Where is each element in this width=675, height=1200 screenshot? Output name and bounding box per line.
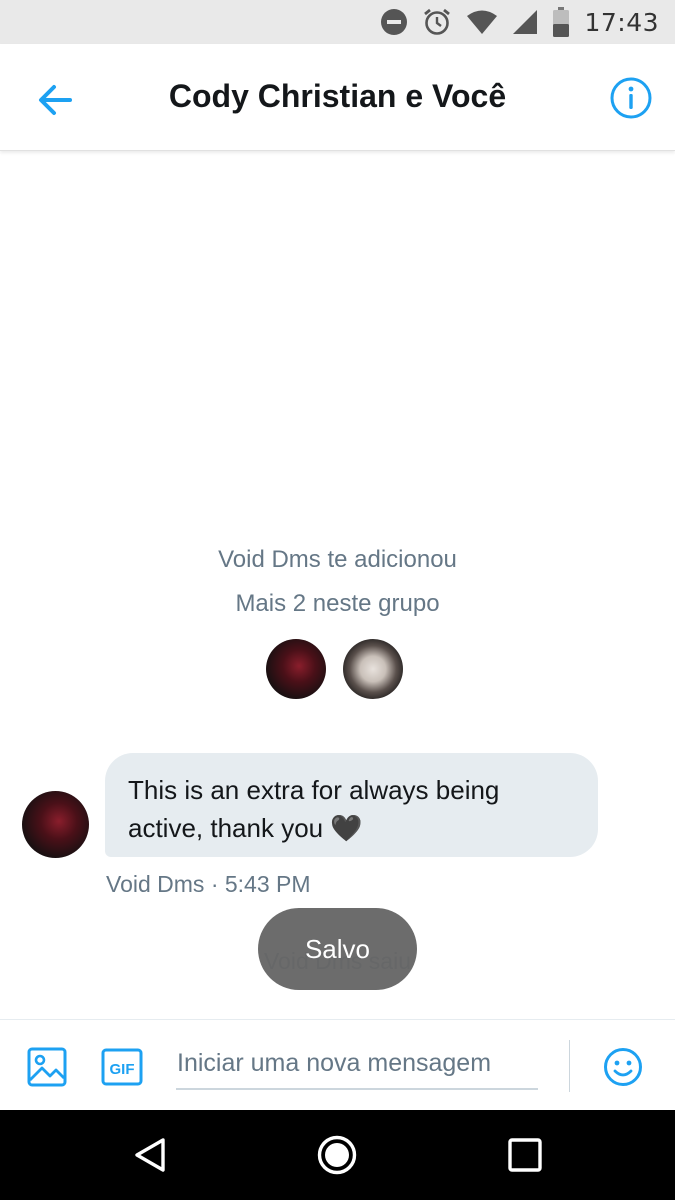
battery-icon bbox=[553, 7, 570, 37]
nav-recents-button[interactable] bbox=[505, 1135, 545, 1175]
conversation-header: Cody Christian e Você bbox=[0, 44, 675, 151]
message-composer: GIF bbox=[0, 1019, 675, 1111]
message-bubble[interactable]: This is an extra for always being active… bbox=[105, 753, 598, 857]
nav-home-button[interactable] bbox=[317, 1135, 357, 1175]
nav-back-button[interactable] bbox=[130, 1135, 170, 1175]
emoji-button[interactable] bbox=[603, 1047, 643, 1087]
message-meta: Void Dms · 5:43 PM bbox=[106, 871, 311, 897]
wifi-icon bbox=[467, 10, 498, 34]
conversation-title: Cody Christian e Você bbox=[168, 78, 507, 114]
group-member-avatar[interactable] bbox=[343, 639, 403, 699]
square-recents-icon bbox=[508, 1138, 542, 1172]
status-time: 17:43 bbox=[584, 7, 659, 37]
do-not-disturb-icon bbox=[381, 9, 408, 35]
composer-divider bbox=[569, 1040, 570, 1092]
message-text: This is an extra for always being active… bbox=[128, 775, 500, 843]
alarm-icon bbox=[424, 8, 451, 35]
triangle-back-icon bbox=[135, 1138, 165, 1172]
info-icon bbox=[610, 77, 652, 119]
add-photo-button[interactable] bbox=[27, 1047, 67, 1087]
status-bar: 17:43 bbox=[0, 0, 675, 44]
gif-label: GIF bbox=[110, 1061, 135, 1078]
sender-avatar[interactable] bbox=[22, 791, 89, 858]
image-icon bbox=[27, 1047, 67, 1087]
added-notice: Void Dms te adicionou bbox=[218, 546, 457, 573]
smiley-icon bbox=[604, 1048, 642, 1086]
gif-icon: GIF bbox=[101, 1048, 143, 1086]
signal-icon bbox=[513, 10, 538, 34]
conversation-info-button[interactable] bbox=[609, 76, 653, 120]
add-gif-button[interactable]: GIF bbox=[101, 1048, 143, 1086]
saved-toast: Salvo bbox=[258, 908, 417, 990]
group-members-notice[interactable]: Mais 2 neste grupo bbox=[0, 590, 675, 618]
group-member-avatar[interactable] bbox=[266, 639, 326, 699]
message-input[interactable] bbox=[176, 1038, 538, 1090]
system-nav-bar bbox=[0, 1110, 675, 1200]
circle-home-icon bbox=[317, 1135, 357, 1175]
